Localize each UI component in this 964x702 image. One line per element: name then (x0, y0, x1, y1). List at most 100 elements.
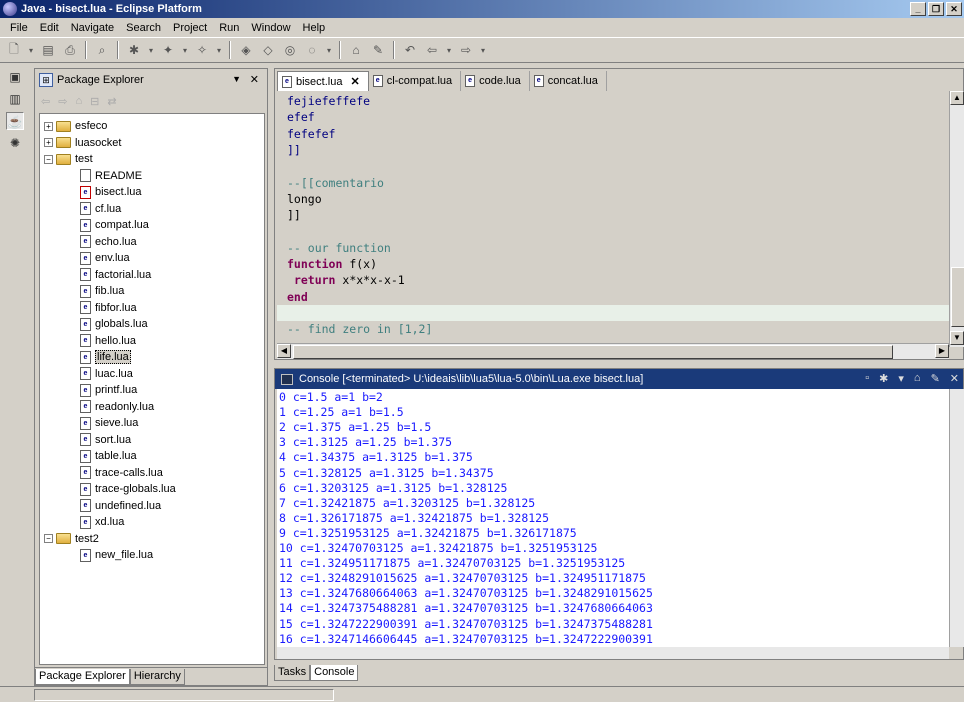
scroll-up-icon[interactable]: ▲ (950, 91, 964, 105)
edit-icon[interactable]: ✎ (368, 41, 388, 59)
tree-file[interactable]: e hello.lua (80, 333, 136, 349)
collapse-all-icon[interactable]: ⊟ (90, 95, 99, 108)
menu-help[interactable]: Help (297, 22, 332, 34)
tree-project[interactable]: − test (44, 151, 93, 167)
scroll-thumb[interactable] (951, 267, 964, 327)
open-perspective-icon[interactable]: ▣ (6, 68, 24, 86)
close-button[interactable]: ✕ (946, 2, 962, 16)
new-dropdown-icon[interactable]: ▾ (26, 41, 36, 59)
code-editor[interactable]: fejiefeffefe efef fefefef]] --[[comentario l… (277, 91, 949, 339)
debug-dropdown-icon[interactable]: ▾ (146, 41, 156, 59)
java-perspective-icon[interactable]: ☕ (6, 112, 24, 130)
tree-file[interactable]: e factorial.lua (80, 267, 151, 283)
scroll-left-icon[interactable]: ◀ (277, 344, 291, 358)
forward-icon[interactable]: ⇨ (456, 41, 476, 59)
package-tree[interactable]: + esfeco + luasocket − test README e bisect.lua e… (39, 113, 265, 665)
collapse-icon[interactable]: − (44, 154, 53, 164)
scroll-down-icon[interactable]: ▼ (950, 331, 964, 345)
editor-vertical-scrollbar[interactable]: ▲ ▼ (949, 91, 964, 347)
scroll-right-icon[interactable]: ▶ (935, 344, 949, 358)
back-dropdown-icon[interactable]: ▾ (444, 41, 454, 59)
tree-file[interactable]: e compat.lua (80, 217, 149, 233)
tree-project[interactable]: + esfeco (44, 118, 107, 134)
link-editor-icon[interactable]: ⇄ (107, 95, 116, 108)
forward-dropdown-icon[interactable]: ▾ (478, 41, 488, 59)
tree-file[interactable]: e life.lua (80, 349, 131, 365)
console-vertical-scrollbar[interactable] (949, 389, 964, 647)
tree-project[interactable]: − test2 (44, 531, 99, 547)
tab-concat-lua[interactable]: e concat.lua (530, 71, 607, 91)
tree-file[interactable]: e luac.lua (80, 366, 133, 382)
tab-bisect-lua[interactable]: e bisect.lua ✕ (277, 71, 369, 91)
external-tools-icon[interactable]: ✧ (192, 41, 212, 59)
tab-code-lua[interactable]: e code.lua (461, 71, 530, 91)
new-class-icon[interactable]: ◎ (280, 41, 300, 59)
tree-file[interactable]: e readonly.lua (80, 399, 154, 415)
tree-file[interactable]: e sieve.lua (80, 415, 138, 431)
tree-file[interactable]: e echo.lua (80, 234, 137, 250)
tab-package-explorer[interactable]: Package Explorer (35, 668, 130, 685)
save-icon[interactable]: ▤ (38, 41, 58, 59)
last-edit-icon[interactable]: ↶ (400, 41, 420, 59)
remove-launch-icon[interactable]: ⌂ (914, 372, 921, 385)
tree-file[interactable]: README (80, 168, 142, 184)
console-horizontal-scrollbar[interactable] (277, 647, 949, 659)
close-icon[interactable]: ✕ (350, 75, 359, 88)
tree-project[interactable]: + luasocket (44, 135, 121, 151)
back-icon[interactable]: ⇦ (422, 41, 442, 59)
terminate-icon[interactable]: ✱ (879, 372, 888, 385)
expand-icon[interactable]: + (44, 138, 53, 147)
collapse-icon[interactable]: − (44, 534, 53, 543)
new-file-dropdown-icon[interactable]: ▾ (324, 41, 334, 59)
pin-icon[interactable]: ✎ (931, 372, 940, 385)
view-menu-icon[interactable]: ▼ (232, 74, 241, 84)
maximize-button[interactable]: ❐ (928, 2, 944, 16)
menu-edit[interactable]: Edit (34, 22, 65, 34)
resource-perspective-icon[interactable]: ▥ (6, 90, 24, 108)
tree-file[interactable]: e globals.lua (80, 316, 148, 332)
console-output[interactable]: 0 c=1.5 a=1 b=2 1 c=1.25 a=1 b=1.5 2 c=1.3… (277, 389, 949, 647)
menu-file[interactable]: File (4, 22, 34, 34)
debug-icon[interactable]: ✱ (124, 41, 144, 59)
tree-file[interactable]: e sort.lua (80, 432, 131, 448)
expand-icon[interactable]: + (44, 121, 53, 131)
window-title-bar[interactable]: Java - bisect.lua - Eclipse Platform _ ❐… (0, 0, 964, 18)
close-icon[interactable]: ✕ (250, 73, 259, 86)
new-file-icon[interactable]: ◌ (302, 41, 322, 59)
run-dropdown-icon[interactable]: ▾ (180, 41, 190, 59)
close-icon[interactable]: ✕ (950, 372, 959, 385)
new-project-icon[interactable]: ◈ (236, 41, 256, 59)
tree-file[interactable]: e printf.lua (80, 382, 137, 398)
tab-console[interactable]: Console (310, 665, 359, 681)
menu-window[interactable]: Window (245, 22, 296, 34)
tree-file[interactable]: e fibfor.lua (80, 300, 137, 316)
menu-project[interactable]: Project (167, 22, 213, 34)
tree-file[interactable]: e xd.lua (80, 514, 124, 530)
tab-cl-compat-lua[interactable]: e cl-compat.lua (369, 71, 462, 91)
tree-file[interactable]: e env.lua (80, 250, 130, 266)
tab-hierarchy[interactable]: Hierarchy (129, 668, 185, 685)
print-icon[interactable]: ⎙ (60, 41, 80, 59)
debug-perspective-icon[interactable]: ✺ (6, 134, 24, 152)
run-icon[interactable]: ✦ (158, 41, 178, 59)
open-type-icon[interactable]: ⌂ (346, 41, 366, 59)
tree-file[interactable]: e bisect.lua (80, 184, 141, 200)
external-tools-dropdown-icon[interactable]: ▾ (214, 41, 224, 59)
menu-search[interactable]: Search (120, 22, 167, 34)
search-icon[interactable]: ⌕ (92, 41, 112, 59)
back-icon[interactable]: ⇦ (41, 95, 50, 108)
tab-tasks[interactable]: Tasks (274, 665, 311, 681)
new-package-icon[interactable]: ◇ (258, 41, 278, 59)
tree-file[interactable]: e trace-globals.lua (80, 481, 176, 497)
tree-file[interactable]: e cf.lua (80, 201, 121, 217)
tree-file[interactable]: e new_file.lua (80, 547, 153, 563)
new-icon[interactable]: 🗋 (4, 41, 24, 59)
menu-run[interactable]: Run (213, 22, 245, 34)
minimize-button[interactable]: _ (910, 2, 926, 16)
tree-file[interactable]: e trace-calls.lua (80, 465, 163, 481)
menu-navigate[interactable]: Navigate (65, 22, 120, 34)
view-menu-icon[interactable]: ▾ (898, 372, 904, 385)
forward-icon[interactable]: ⇨ (58, 95, 67, 108)
tree-file[interactable]: e table.lua (80, 448, 137, 464)
clear-console-icon[interactable]: ▫ (865, 372, 869, 385)
